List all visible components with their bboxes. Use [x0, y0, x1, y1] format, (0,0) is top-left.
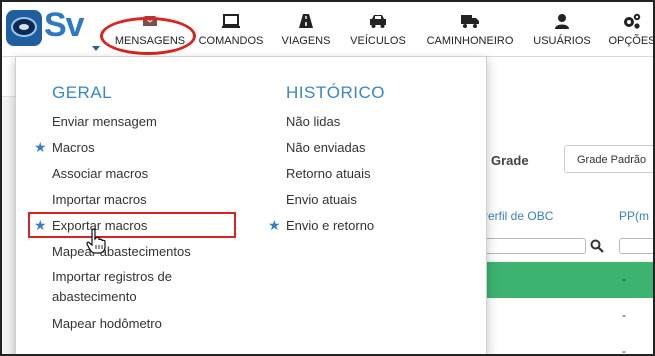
filter-input-perfil-obc[interactable] — [476, 238, 586, 254]
menu-item-envio-atuais[interactable]: Envio atuais — [286, 192, 357, 207]
menu-item-nao-enviadas[interactable]: Não enviadas — [286, 140, 366, 155]
monitor-icon — [222, 14, 240, 28]
nav-item-veiculos[interactable]: VEÍCULOS — [344, 2, 412, 56]
menu-item-associar-macros[interactable]: Associar macros — [52, 166, 148, 181]
gears-icon — [624, 13, 641, 29]
nav-item-usuarios[interactable]: USUÁRIOS — [528, 2, 596, 56]
app-window: Grade Grade Padrão Perfil de OBC PP(m - … — [0, 0, 655, 356]
menu-item-importar-macros[interactable]: Importar macros — [52, 192, 147, 207]
grade-select[interactable]: Grade Padrão — [564, 145, 653, 173]
hand-pointer-icon — [86, 228, 106, 254]
nav-item-comandos[interactable]: COMANDOS — [194, 2, 268, 56]
menu-item-mapear-abastecimentos[interactable]: Mapear abastecimentos — [52, 244, 191, 259]
highlight-box — [28, 212, 236, 238]
section-title-historico: HISTÓRICO — [286, 83, 385, 102]
table-cell: - — [622, 272, 626, 286]
nav-label: COMANDOS — [198, 35, 264, 47]
grade-label: Grade — [491, 153, 529, 168]
menu-item-macros[interactable]: Macros — [52, 140, 95, 155]
nav-label: VEÍCULOS — [350, 35, 406, 47]
menu-item-nao-lidas[interactable]: Não lidas — [286, 114, 340, 129]
nav-item-opcoes[interactable]: OPÇÕES — [604, 2, 655, 56]
table-cell: - — [622, 344, 626, 356]
menu-item-envio-e-retorno[interactable]: Envio e retorno — [286, 218, 374, 233]
menu-item-importar-registros-abastecimento[interactable]: Importar registros de abastecimento — [52, 267, 232, 307]
nav-item-viagens[interactable]: VIAGENS — [274, 2, 338, 56]
search-icon[interactable] — [590, 239, 604, 253]
logo-icon — [6, 10, 42, 46]
truck-icon — [461, 15, 479, 28]
nav-label: VIAGENS — [281, 35, 331, 47]
star-icon: ★ — [268, 217, 281, 233]
menu-item-mapear-hodometro[interactable]: Mapear hodômetro — [52, 316, 162, 331]
nav-label: OPÇÕES — [608, 35, 655, 47]
column-header-pp[interactable]: PP(m — [619, 209, 649, 223]
road-icon — [299, 14, 313, 28]
section-title-geral: GERAL — [52, 83, 113, 102]
star-icon: ★ — [34, 139, 47, 155]
car-icon — [370, 15, 386, 28]
nav-item-caminhoneiro[interactable]: CAMINHONEIRO — [420, 2, 520, 56]
filter-input-pp[interactable] — [619, 238, 653, 254]
app-logo[interactable]: Sv — [6, 6, 100, 51]
nav-label: CAMINHONEIRO — [426, 35, 514, 47]
logo-text: Sv — [44, 6, 85, 44]
mensagens-dropdown-menu: GERAL HISTÓRICO Enviar mensagem ★ Macros… — [15, 56, 487, 354]
menu-item-enviar-mensagem[interactable]: Enviar mensagem — [52, 114, 157, 129]
caret-down-icon — [92, 46, 100, 51]
column-header-perfil-obc[interactable]: Perfil de OBC — [480, 209, 553, 223]
table-cell: - — [622, 308, 626, 322]
user-icon — [555, 14, 569, 29]
top-navbar: Sv MENSAGENS COMANDOS VIAGENS VEÍCULOS C… — [2, 2, 653, 57]
nav-label: USUÁRIOS — [533, 35, 591, 47]
highlight-ellipse — [100, 17, 196, 55]
menu-item-retorno-atuais[interactable]: Retorno atuais — [286, 166, 371, 181]
